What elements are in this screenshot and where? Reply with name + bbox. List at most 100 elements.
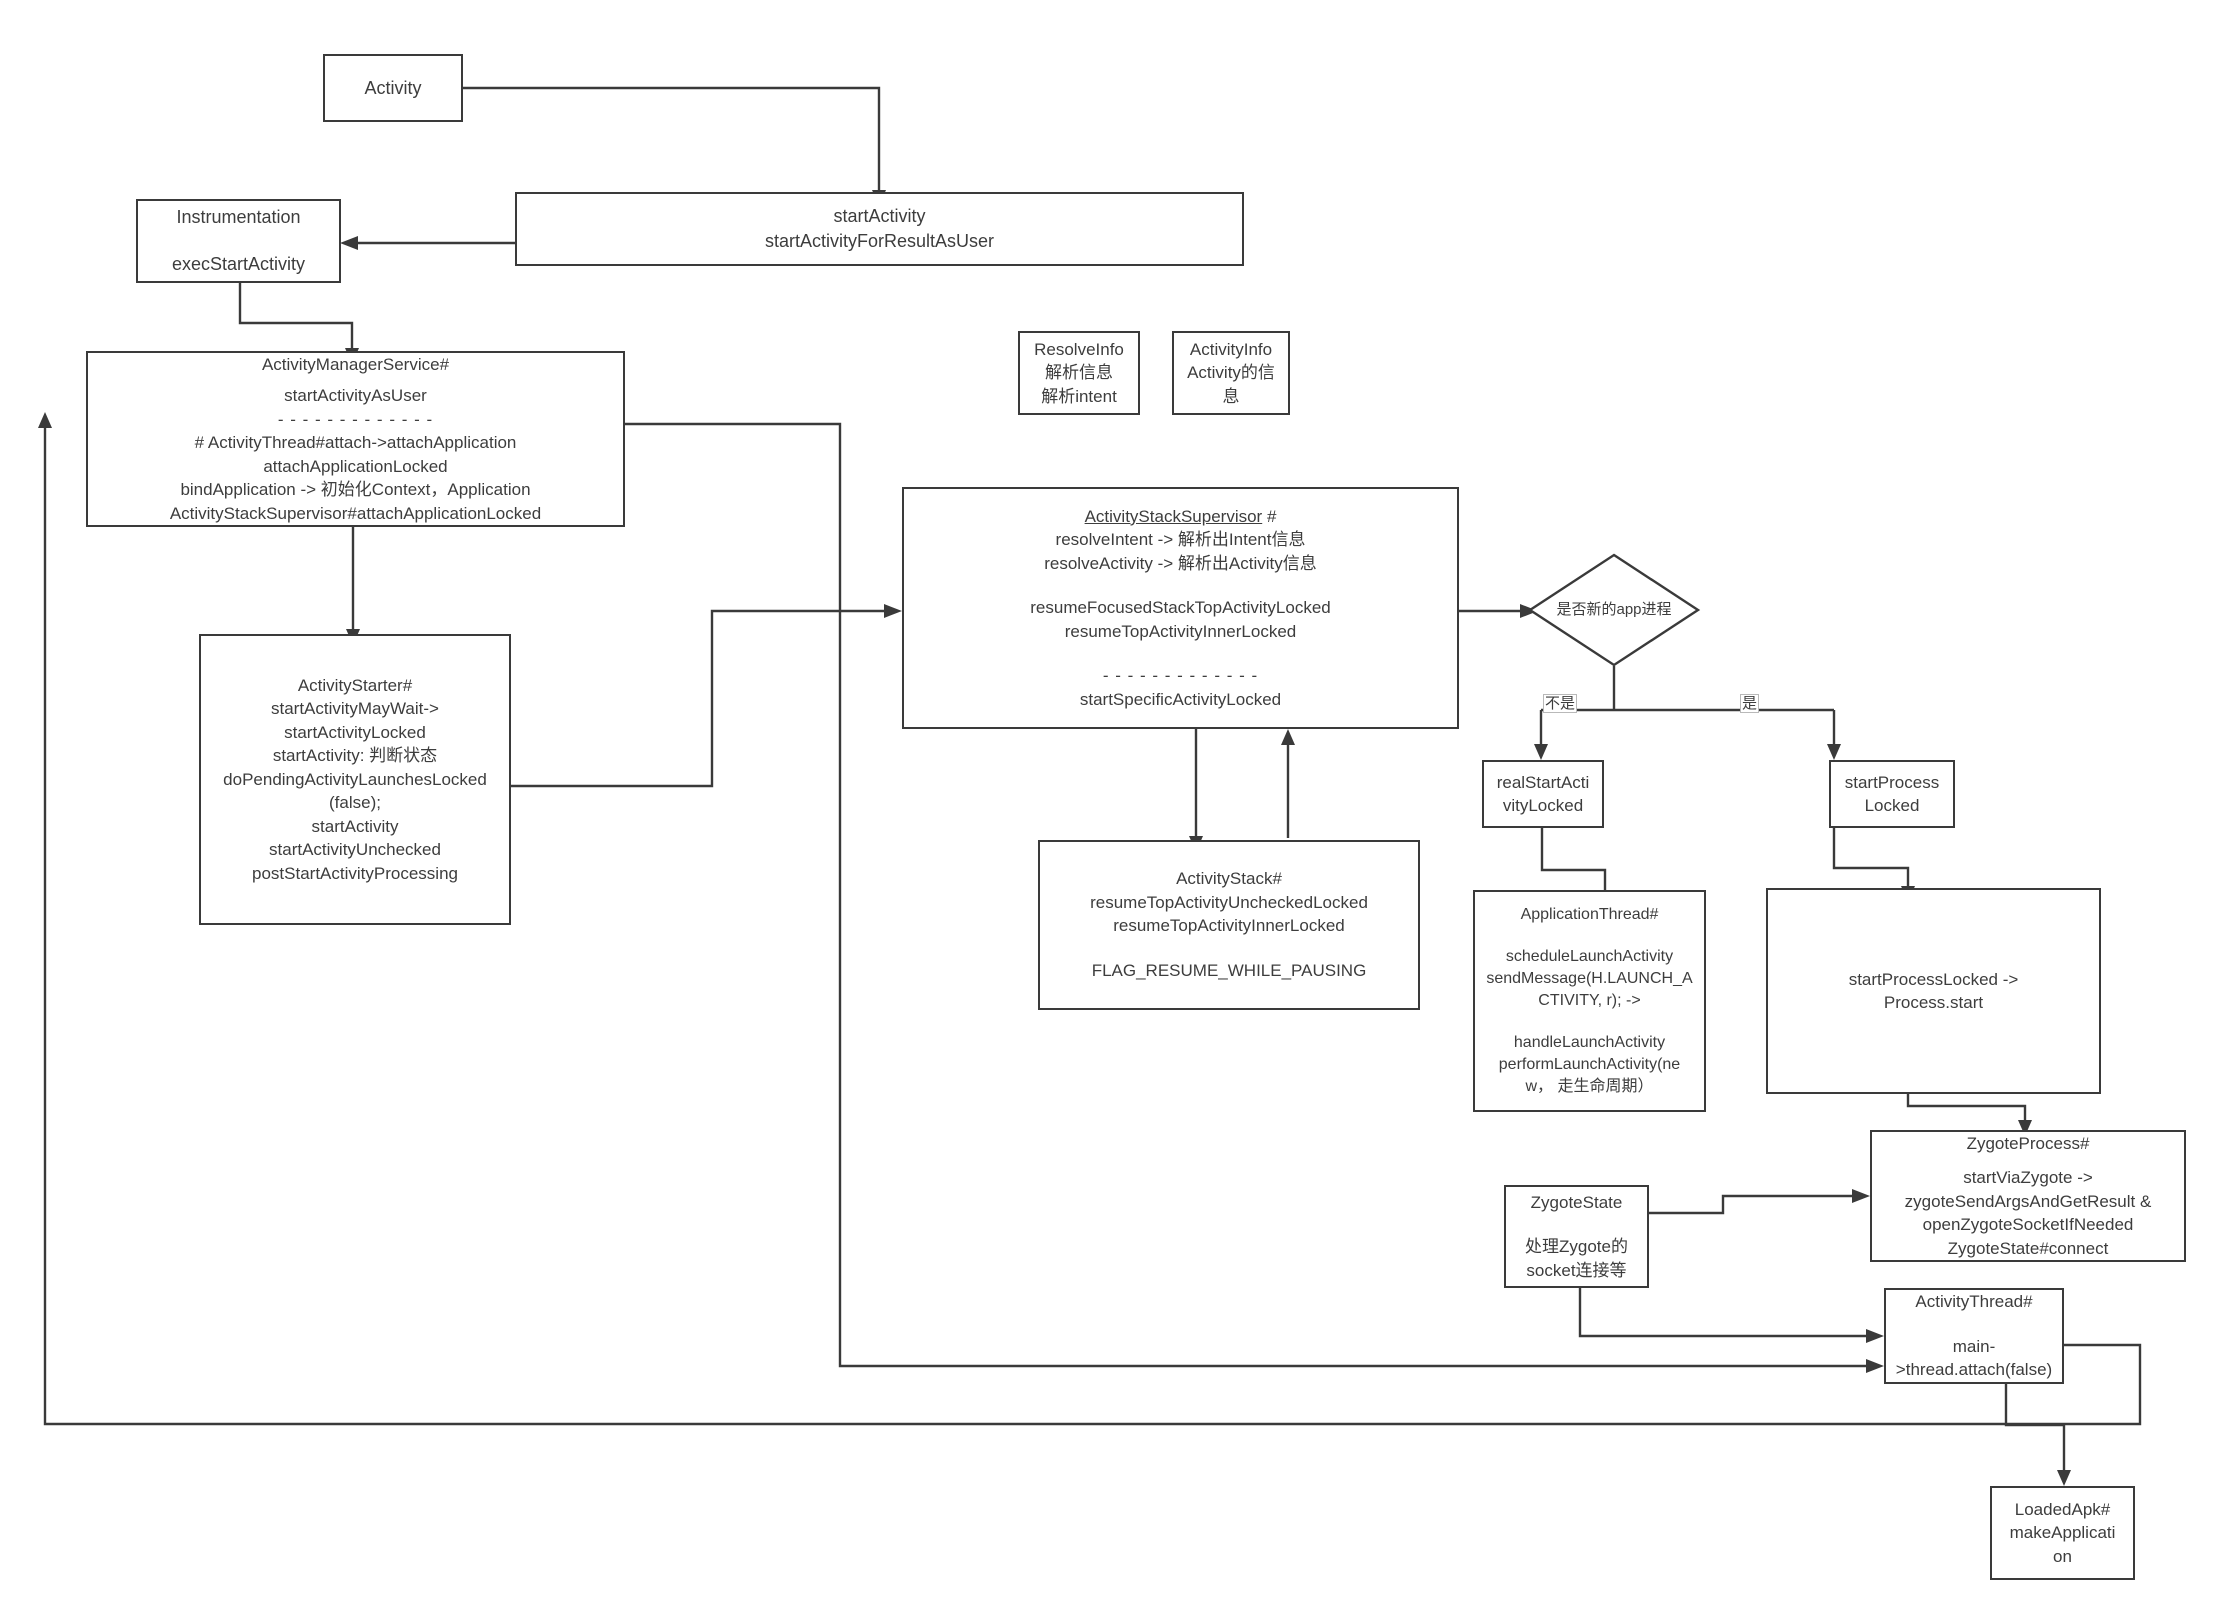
- node-activity-stack-line1: ActivityStack#: [1176, 869, 1282, 889]
- arrowhead-startactivity-to-instrumentation: [340, 236, 358, 250]
- edge-activitythread-to-loadedapk: [2004, 1384, 2066, 1472]
- node-activity-starter-line4: startActivity: 判断状态: [272, 746, 438, 766]
- node-stack-supervisor-line4: resumeTopActivityInnerLocked: [1064, 621, 1297, 641]
- edge-startprocess-to-processstart: [1832, 828, 1910, 888]
- node-application-thread-line1: scheduleLaunchActivity: [1505, 947, 1674, 965]
- node-activity-starter-line1: ActivityStarter#: [297, 675, 413, 695]
- node-zygote-process-line2: zygoteSendArgsAndGetResult &: [1904, 1191, 2152, 1211]
- edge-zygotestate-to-activitythread: [1578, 1288, 1870, 1338]
- node-activity-stack-supervisor[interactable]: ActivityStackSupervisor # resolveIntent …: [902, 487, 1459, 729]
- node-stack-supervisor-line5: startSpecificActivityLocked: [1079, 689, 1282, 709]
- arrowhead-zygotestate-to-zygoteprocess: [1852, 1189, 1870, 1203]
- node-zygote-process-title: ZygoteProcess#: [1966, 1134, 2090, 1153]
- node-resolve-info-line3: 解析intent: [1041, 386, 1117, 406]
- node-activity-starter-line8: startActivityUnchecked: [269, 840, 441, 860]
- node-ams-title: ActivityManagerService#: [261, 355, 450, 374]
- node-ams-line3: attachApplicationLocked: [263, 456, 448, 476]
- node-process-start-line1: startProcessLocked ->: [1848, 969, 2019, 989]
- node-ams-line1: startActivityAsUser: [284, 386, 427, 406]
- node-zygote-process[interactable]: ZygoteProcess# startViaZygote -> zygoteS…: [1870, 1130, 2186, 1262]
- node-activity-starter-line6: (false);: [329, 793, 381, 813]
- arrowhead-decision-no: [1534, 744, 1548, 760]
- node-activity-starter-line2: startActivityMayWait->: [271, 699, 439, 719]
- node-loaded-apk-line1: LoadedApk#: [2014, 1499, 2111, 1519]
- node-start-process-line1: startProcess: [1844, 772, 1940, 792]
- arrowhead-activitythread-to-loadedapk: [2057, 1470, 2071, 1486]
- edge-activity-to-startactivity: [463, 86, 881, 192]
- arrowhead-zygotestate-to-activitythread: [1866, 1329, 1884, 1343]
- node-activity-info-line1: ActivityInfo: [1189, 339, 1273, 359]
- node-activity-starter[interactable]: ActivityStarter# startActivityMayWait-> …: [199, 634, 511, 925]
- arrowhead-ams-to-activitythread: [1866, 1359, 1884, 1373]
- node-activity-stack-line2: resumeTopActivityUncheckedLocked: [1090, 892, 1368, 912]
- arrowhead-activitythread-return-to-ams: [38, 412, 52, 428]
- node-loaded-apk-line3: on: [2053, 1546, 2072, 1566]
- node-zygote-process-line1: startViaZygote ->: [1963, 1168, 2093, 1188]
- node-stack-supervisor-title-row: ActivityStackSupervisor #: [904, 505, 1457, 528]
- node-stack-supervisor-title-suffix: #: [1262, 506, 1277, 526]
- node-start-activity-line1: startActivity: [833, 206, 926, 227]
- arrowhead-activitystarter-to-stacksupervisor: [884, 604, 902, 618]
- flowchart-canvas: Activity startActivity startActivityForR…: [0, 0, 2228, 1622]
- arrowhead-decision-yes: [1827, 744, 1841, 760]
- node-activity-manager-service[interactable]: ActivityManagerService# startActivityAsU…: [86, 351, 625, 527]
- node-activity-thread-line1: main-: [1952, 1336, 1996, 1356]
- node-resolve-info-line1: ResolveInfo: [1034, 339, 1124, 359]
- node-application-thread-line2: sendMessage(H.LAUNCH_A: [1486, 969, 1693, 987]
- node-activity-starter-line3: startActivityLocked: [284, 722, 426, 742]
- node-zygote-process-line3: openZygoteSocketIfNeeded: [1922, 1215, 2134, 1235]
- node-stack-supervisor-line2: resolveActivity -> 解析出Activity信息: [1044, 553, 1317, 573]
- node-stack-supervisor-line1: resolveIntent -> 解析出Intent信息: [1055, 530, 1306, 550]
- edge-realstart-to-applicationthread: [1540, 828, 1607, 892]
- node-start-activity-line2: startActivityForResultAsUser: [764, 231, 995, 251]
- node-activity-info[interactable]: ActivityInfo Activity的信 息: [1172, 331, 1290, 415]
- node-start-process-locked[interactable]: startProcess Locked: [1829, 760, 1955, 828]
- node-activity-stack-line4: FLAG_RESUME_WHILE_PAUSING: [1091, 961, 1367, 981]
- node-resolve-info-line2: 解析信息: [1045, 363, 1113, 383]
- node-ams-line4: bindApplication -> 初始化Context，Applicatio…: [180, 480, 531, 500]
- node-activity-stack-line3: resumeTopActivityInnerLocked: [1113, 916, 1345, 936]
- node-instrumentation[interactable]: Instrumentation execStartActivity: [136, 199, 341, 283]
- node-real-start-line2: vityLocked: [1502, 796, 1584, 815]
- node-real-start-activity-locked[interactable]: realStartActi vityLocked: [1482, 760, 1604, 828]
- decision-diamond-shape: [1527, 553, 1701, 667]
- node-activity-starter-line5: doPendingActivityLaunchesLocked: [223, 769, 487, 789]
- node-activity-thread-title: ActivityThread#: [1915, 1292, 2033, 1312]
- node-resolve-info[interactable]: ResolveInfo 解析信息 解析intent: [1018, 331, 1140, 415]
- node-zygote-state-line2: 处理Zygote的: [1525, 1237, 1628, 1257]
- node-activity-info-line3: 息: [1222, 386, 1240, 406]
- node-activity-starter-line7: startActivity: [311, 816, 399, 836]
- node-loaded-apk-line2: makeApplicati: [2009, 1523, 2116, 1543]
- node-activity-thread[interactable]: ActivityThread# main- >thread.attach(fal…: [1884, 1288, 2064, 1384]
- node-activity[interactable]: Activity: [323, 54, 463, 122]
- node-application-thread-line6: w， 走生命周期）: [1525, 1078, 1654, 1096]
- node-application-thread-line5: performLaunchActivity(ne: [1498, 1056, 1681, 1074]
- node-activity-thread-line2: >thread.attach(false): [1895, 1360, 2053, 1380]
- edge-activitystarter-to-stacksupervisor: [511, 609, 888, 788]
- node-process-start-line2: Process.start: [1883, 993, 1984, 1012]
- arrowhead-activitystack-to-stacksupervisor: [1281, 729, 1295, 745]
- node-ams-line5: ActivityStackSupervisor#attachApplicatio…: [169, 503, 542, 523]
- node-application-thread-title: ApplicationThread#: [1520, 905, 1659, 923]
- node-application-thread-line4: handleLaunchActivity: [1513, 1034, 1666, 1052]
- node-real-start-line1: realStartActi: [1496, 772, 1590, 792]
- edge-label-branch-no: 不是: [1543, 694, 1578, 714]
- edge-processstart-to-zygoteprocess: [1906, 1094, 2027, 1122]
- node-activity-starter-line9: postStartActivityProcessing: [252, 863, 458, 883]
- node-zygote-state-line3: socket连接等: [1526, 1260, 1627, 1280]
- node-application-thread[interactable]: ApplicationThread# scheduleLaunchActivit…: [1473, 890, 1706, 1112]
- node-activity-stack[interactable]: ActivityStack# resumeTopActivityUnchecke…: [1038, 840, 1420, 1010]
- node-start-activity[interactable]: startActivity startActivityForResultAsUs…: [515, 192, 1244, 266]
- node-zygote-state-line1: ZygoteState: [1530, 1192, 1623, 1212]
- node-stack-supervisor-title: ActivityStackSupervisor: [1084, 506, 1263, 526]
- node-loaded-apk[interactable]: LoadedApk# makeApplicati on: [1990, 1486, 2135, 1580]
- node-ams-line2: # ActivityThread#attach->attachApplicati…: [194, 433, 517, 453]
- node-zygote-state[interactable]: ZygoteState 处理Zygote的 socket连接等: [1504, 1185, 1649, 1288]
- node-activity-info-line2: Activity的信: [1187, 363, 1275, 383]
- node-zygote-process-line4: ZygoteState#connect: [1947, 1238, 2109, 1258]
- node-application-thread-line3: CTIVITY, r); ->: [1538, 991, 1641, 1009]
- node-decision-new-process[interactable]: 是否新的app进程: [1527, 553, 1701, 667]
- node-ams-separator: - - - - - - - - - - - - -: [277, 409, 434, 429]
- node-process-start[interactable]: startProcessLocked -> Process.start: [1766, 888, 2101, 1094]
- edge-instrumentation-to-ams: [238, 283, 354, 350]
